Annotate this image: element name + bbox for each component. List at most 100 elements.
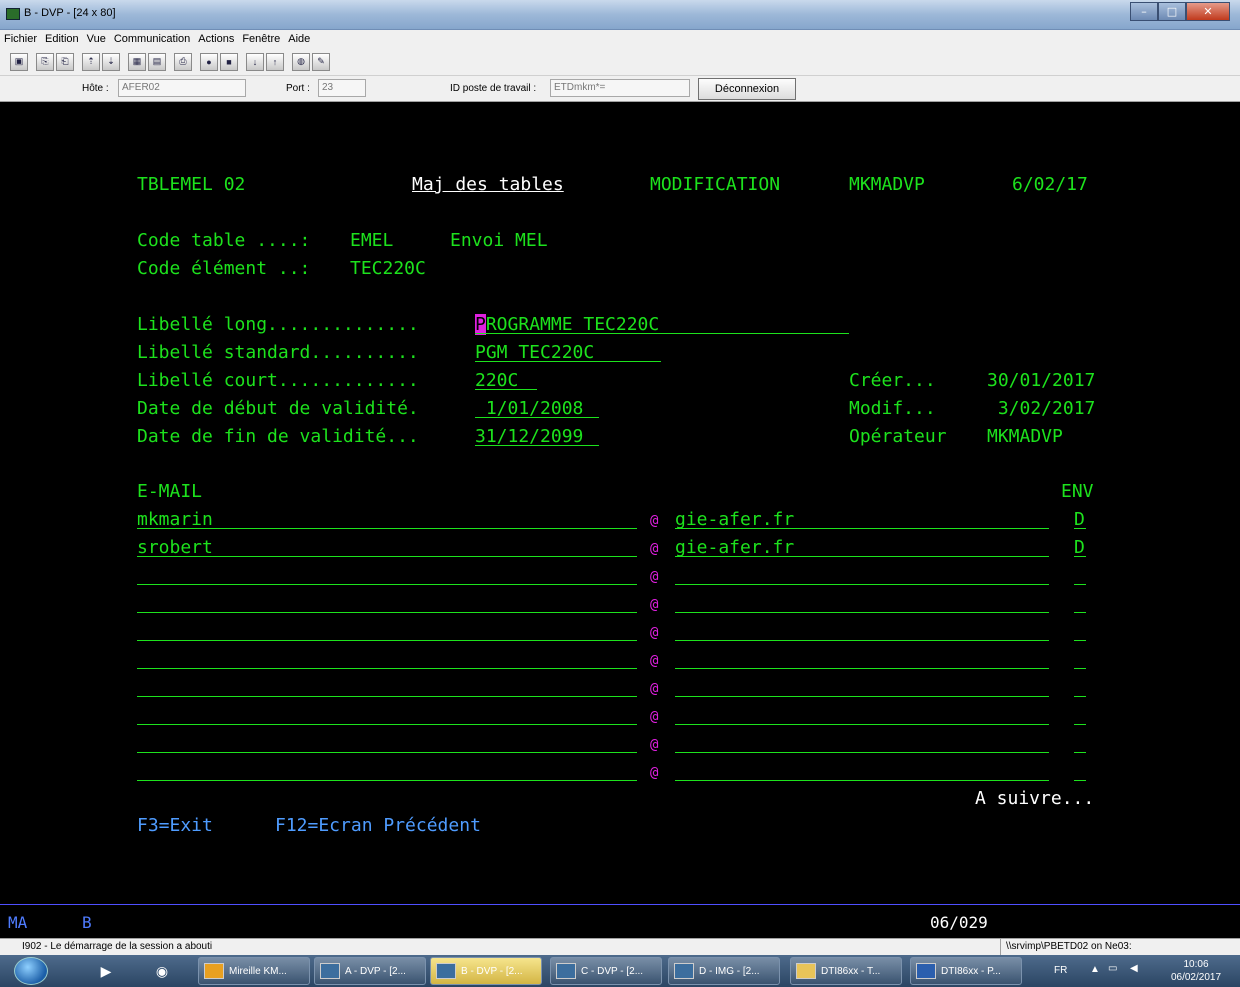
email-user-input[interactable]: mkmarin [137,510,213,530]
menu-communication[interactable]: Communication [114,33,190,45]
task-label: C - DVP - [2... [581,965,644,977]
at-sign: @ [650,653,659,669]
at-sign: @ [650,569,659,585]
minimize-button[interactable]: – [1130,2,1158,21]
host-field[interactable]: AFER02 [118,79,246,97]
field-label-court: Libellé court............. [137,370,419,391]
f12-key[interactable]: F12=Ecran Précédent [275,816,481,836]
field-court-input[interactable]: 220C [475,371,518,391]
system-tray: FR ▲ ▭ ◀ 10:06 06/02/2017 [1048,955,1240,987]
task-a-dvp[interactable]: A - DVP - [2... [314,957,426,985]
menu-bar: Fichier Edition Vue Communication Action… [0,30,1240,48]
email-domain-input[interactable]: gie-afer.fr [675,538,794,558]
printer-server: \\srvimp\PBETD02 on Ne03: [1000,939,1240,956]
task-label: A - DVP - [2... [345,965,406,977]
workstation-field[interactable]: ETDmkm*= [550,79,690,97]
task-c-dvp[interactable]: C - DVP - [2... [550,957,662,985]
task-mireille[interactable]: Mireille KM... [198,957,310,985]
at-sign: @ [650,513,659,529]
macro-icon[interactable]: ▦ [128,52,146,71]
title-bar: B - DVP - [24 x 80] – □ ✕ [0,0,1240,30]
email-user-underline [137,640,637,641]
menu-aide[interactable]: Aide [288,33,310,45]
field-debut-input[interactable]: 1/01/2008 [475,399,584,419]
terminal-screen[interactable]: TBLEMEL 02 Maj des tables MODIFICATION M… [0,102,1240,904]
field-label-long: Libellé long.............. [137,314,419,335]
field-fin-input[interactable]: 31/12/2099 [475,427,583,447]
globe-icon[interactable]: ◍ [292,52,310,71]
created-value: 30/01/2017 [987,370,1096,391]
volume-icon[interactable]: ◀ [1130,963,1138,974]
upload-icon[interactable]: ↑ [266,52,284,71]
firefox-icon[interactable]: ◉ [142,958,182,984]
env-underline [1074,724,1086,725]
clock-time: 10:06 [1183,959,1209,970]
close-button[interactable]: ✕ [1186,2,1230,21]
env-input[interactable]: D [1074,538,1085,558]
folder-icon [796,963,816,979]
copy-icon[interactable]: ⎘ [36,52,54,71]
record-icon[interactable]: ● [200,52,218,71]
status-session: B [82,913,92,932]
field-standard-input[interactable]: PGM TEC220C [475,343,594,363]
field-long-underline [475,333,849,334]
screen-user: MKMADVP [849,174,925,195]
language-indicator[interactable]: FR [1054,965,1067,976]
menu-actions[interactable]: Actions [198,33,234,45]
email-domain-input[interactable]: gie-afer.fr [675,510,794,530]
print-icon[interactable]: ⎙ [174,52,192,71]
port-field[interactable]: 23 [318,79,366,97]
clock[interactable]: 10:06 06/02/2017 [1166,958,1226,984]
task-explorer[interactable]: DTI86xx - T... [790,957,902,985]
more-indicator: A suivre... [975,788,1095,809]
receive-icon[interactable]: ⇣ [102,52,120,71]
display-icon[interactable]: ▣ [10,52,28,71]
menu-fichier[interactable]: Fichier [4,33,37,45]
pencil-icon[interactable]: ✎ [312,52,330,71]
at-sign: @ [650,765,659,781]
show-hidden-icons-icon[interactable]: ▲ [1090,964,1100,975]
media-player-icon[interactable]: ▶ [86,958,126,984]
send-icon[interactable]: ⇡ [82,52,100,71]
email-domain-underline [675,752,1049,753]
menu-vue[interactable]: Vue [87,33,106,45]
email-domain-underline [675,780,1049,781]
task-b-dvp[interactable]: B - DVP - [2... [430,957,542,985]
email-user-underline [137,584,637,585]
at-sign: @ [650,541,659,557]
task-label: D - IMG - [2... [699,965,760,977]
at-sign: @ [650,709,659,725]
paste-icon[interactable]: ⎗ [56,52,74,71]
email-user-input[interactable]: srobert [137,538,213,558]
email-user-underline [137,724,637,725]
stop-icon[interactable]: ■ [220,52,238,71]
f3-key[interactable]: F3=Exit [137,816,213,836]
disconnect-button[interactable]: Déconnexion [698,78,796,100]
clock-date: 06/02/2017 [1170,972,1222,983]
at-sign: @ [650,625,659,641]
network-icon[interactable]: ▭ [1108,963,1117,974]
task-d-img[interactable]: D - IMG - [2... [668,957,780,985]
email-domain-underline [675,584,1049,585]
email-header: E-MAIL [137,481,203,502]
task-word[interactable]: DTI86xx - P... [910,957,1022,985]
field-fin-underline [475,445,599,446]
env-underline [1074,752,1086,753]
menu-edition[interactable]: Edition [45,33,79,45]
field-debut-underline [475,417,599,418]
field-court-underline [475,389,537,390]
env-underline [1074,780,1086,781]
at-sign: @ [650,681,659,697]
field-long-input[interactable]: PROGRAMME TEC220C [475,314,659,335]
start-button[interactable] [14,957,48,985]
play-icon[interactable]: ▤ [148,52,166,71]
download-icon[interactable]: ↓ [246,52,264,71]
menu-fenetre[interactable]: Fenêtre [242,33,280,45]
maximize-button[interactable]: □ [1158,2,1186,21]
modified-label: Modif... [849,398,936,419]
status-ma: MA [8,913,28,932]
program-id: TBLEMEL 02 [137,174,246,195]
email-user-underline [137,668,637,669]
email-user-underline [137,780,637,781]
env-input[interactable]: D [1074,510,1085,530]
